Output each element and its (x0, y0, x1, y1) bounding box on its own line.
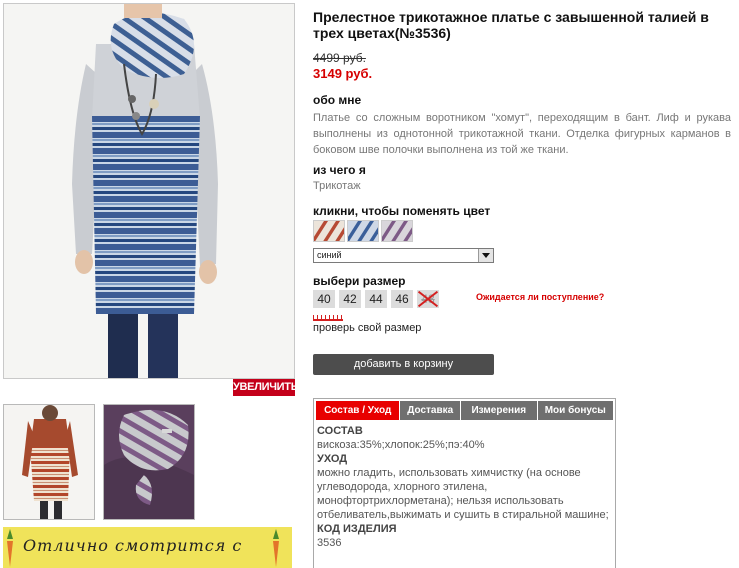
care-heading: УХОД (317, 453, 348, 465)
color-swatches (313, 220, 413, 242)
about-description: Платье со сложным воротником "хомут", пе… (313, 112, 731, 156)
product-thumbnail-1[interactable] (3, 404, 95, 520)
color-select[interactable]: синий (313, 248, 494, 263)
size-heading: выбери размер (313, 274, 406, 288)
size-option-46[interactable]: 46 (391, 290, 413, 308)
material-value: Трикотаж (313, 180, 361, 192)
tab-delivery[interactable]: Доставка (400, 401, 461, 420)
size-option-48-unavailable[interactable]: 48 (417, 290, 439, 308)
zoom-button[interactable]: УВЕЛИЧИТЬ (233, 379, 299, 396)
composition-value: вискоза:35%;хлопок:25%;пэ:40% (317, 439, 485, 451)
product-main-photo[interactable] (3, 3, 295, 379)
product-code-value: 3536 (317, 537, 342, 549)
size-option-40[interactable]: 40 (313, 290, 335, 308)
thumbnail-purple-collar-image (104, 405, 194, 519)
dress-photo-image (4, 4, 294, 378)
add-to-cart-button[interactable]: добавить в корзину (313, 354, 494, 375)
check-size-link[interactable]: проверь свой размер (313, 322, 421, 334)
old-price: 4499 руб. (313, 51, 366, 65)
tab-my-bonuses[interactable]: Мои бонусы (537, 401, 613, 420)
material-heading: из чего я (313, 163, 366, 177)
red-stripe-swatch[interactable] (313, 220, 345, 242)
size-option-42[interactable]: 42 (339, 290, 361, 308)
product-code-heading: КОД ИЗДЕЛИЯ (317, 523, 397, 535)
tab-bar: Состав / Уход Доставка Измерения Мои бон… (314, 399, 615, 420)
looks-great-with-banner[interactable]: Отлично смотрится с (3, 527, 292, 568)
current-price: 3149 руб. (313, 66, 373, 81)
restock-inquiry-link[interactable]: Ожидается ли поступление? (476, 292, 604, 302)
ruler-icon[interactable] (313, 315, 343, 321)
thumbnail-red-dress-image (4, 405, 94, 519)
product-thumbnail-2[interactable] (103, 404, 195, 520)
product-title: Прелестное трикотажное платье с завышенн… (313, 9, 709, 41)
color-heading: кликни, чтобы поменять цвет (313, 204, 491, 218)
tab-content-composition: СОСТАВ вискоза:35%;хлопок:25%;пэ:40% УХО… (314, 420, 615, 550)
composition-heading: СОСТАВ (317, 425, 363, 437)
size-options: 40 42 44 46 48 (313, 290, 439, 308)
about-heading: обо мне (313, 93, 362, 107)
blue-stripe-swatch[interactable] (347, 220, 379, 242)
chevron-down-icon[interactable] (478, 249, 493, 262)
care-value: можно гладить, использовать химчистку (н… (317, 467, 609, 521)
tab-composition-care[interactable]: Состав / Уход (316, 401, 400, 420)
color-select-value: синий (317, 250, 342, 260)
product-details-tabs: Состав / Уход Доставка Измерения Мои бон… (313, 398, 616, 568)
purple-stripe-swatch[interactable] (381, 220, 413, 242)
tab-measurements[interactable]: Измерения (461, 401, 537, 420)
banner-text: Отлично смотрится с (23, 536, 243, 555)
size-option-44[interactable]: 44 (365, 290, 387, 308)
